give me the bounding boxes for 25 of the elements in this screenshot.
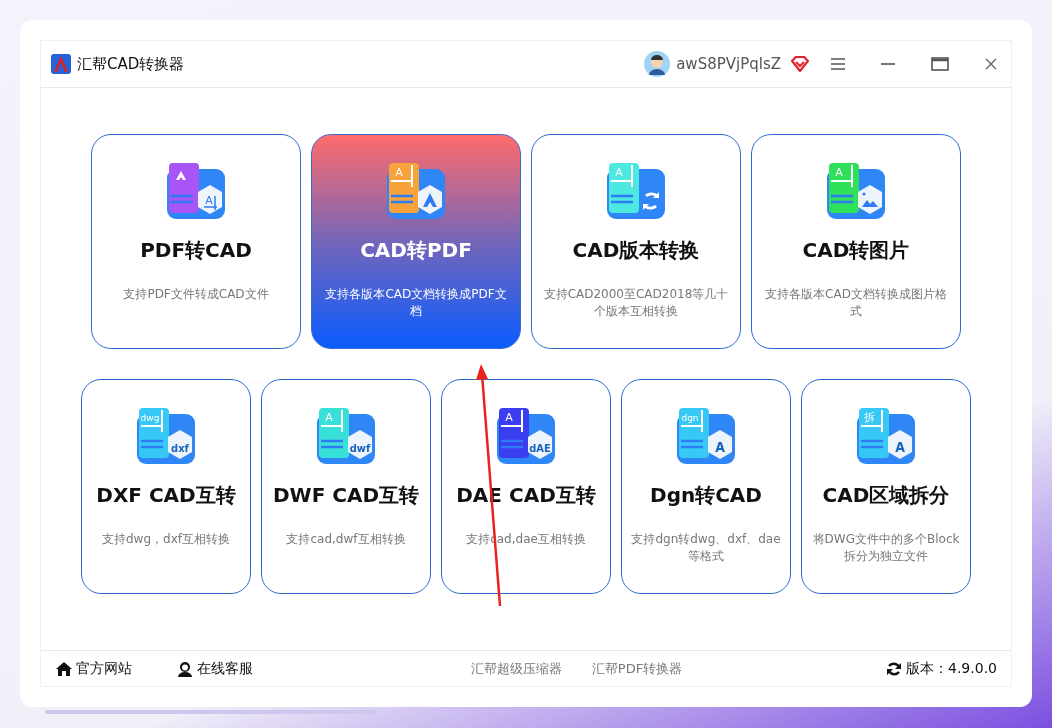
tool-card[interactable]: A PDF转CAD 支持PDF文件转成CAD文件 — [91, 134, 301, 349]
version-label: 版本：4.9.0.0 — [906, 659, 997, 678]
support-link[interactable]: 在线客服 — [176, 659, 253, 678]
tool-card[interactable]: 拆 A CAD区域拆分 将DWG文件中的多个Block拆分为独立文件 — [801, 379, 971, 594]
tool-card[interactable]: A CAD转图片 支持各版本CAD文档转换成图片格式 — [751, 134, 961, 349]
product-link[interactable]: 汇帮超级压缩器 — [470, 659, 562, 678]
username[interactable]: awS8PVjPqlsZ — [676, 55, 781, 73]
maximize-icon — [931, 57, 949, 71]
scrollbar[interactable] — [45, 710, 375, 714]
product-link[interactable]: 汇帮PDF转换器 — [591, 659, 683, 678]
home-icon — [55, 660, 73, 677]
refresh-icon[interactable] — [886, 660, 902, 677]
tool-card[interactable]: dgn A Dgn转CAD 支持dgn转dwg、dxf、dae等格式 — [621, 379, 791, 594]
window-title: 汇帮CAD转换器 — [77, 54, 185, 74]
diamond-icon[interactable] — [791, 56, 809, 72]
tool-card[interactable]: A CAD版本转换 支持CAD2000至CAD2018等几十个版本互相转换 — [531, 134, 741, 349]
tool-card[interactable]: A dwf DWF CAD互转 支持cad,dwf互相转换 — [261, 379, 431, 594]
tool-card[interactable]: dwg dxf DXF CAD互转 支持dwg，dxf互相转换 — [81, 379, 251, 594]
menu-icon — [831, 58, 845, 70]
support-icon — [176, 660, 194, 677]
avatar-icon[interactable] — [644, 51, 671, 77]
tool-card[interactable]: A CAD转PDF 支持各版本CAD文档转换成PDF文档 — [311, 134, 521, 349]
website-link[interactable]: 官方网站 — [55, 659, 132, 678]
close-icon — [985, 58, 997, 70]
app-logo-icon — [51, 54, 71, 74]
